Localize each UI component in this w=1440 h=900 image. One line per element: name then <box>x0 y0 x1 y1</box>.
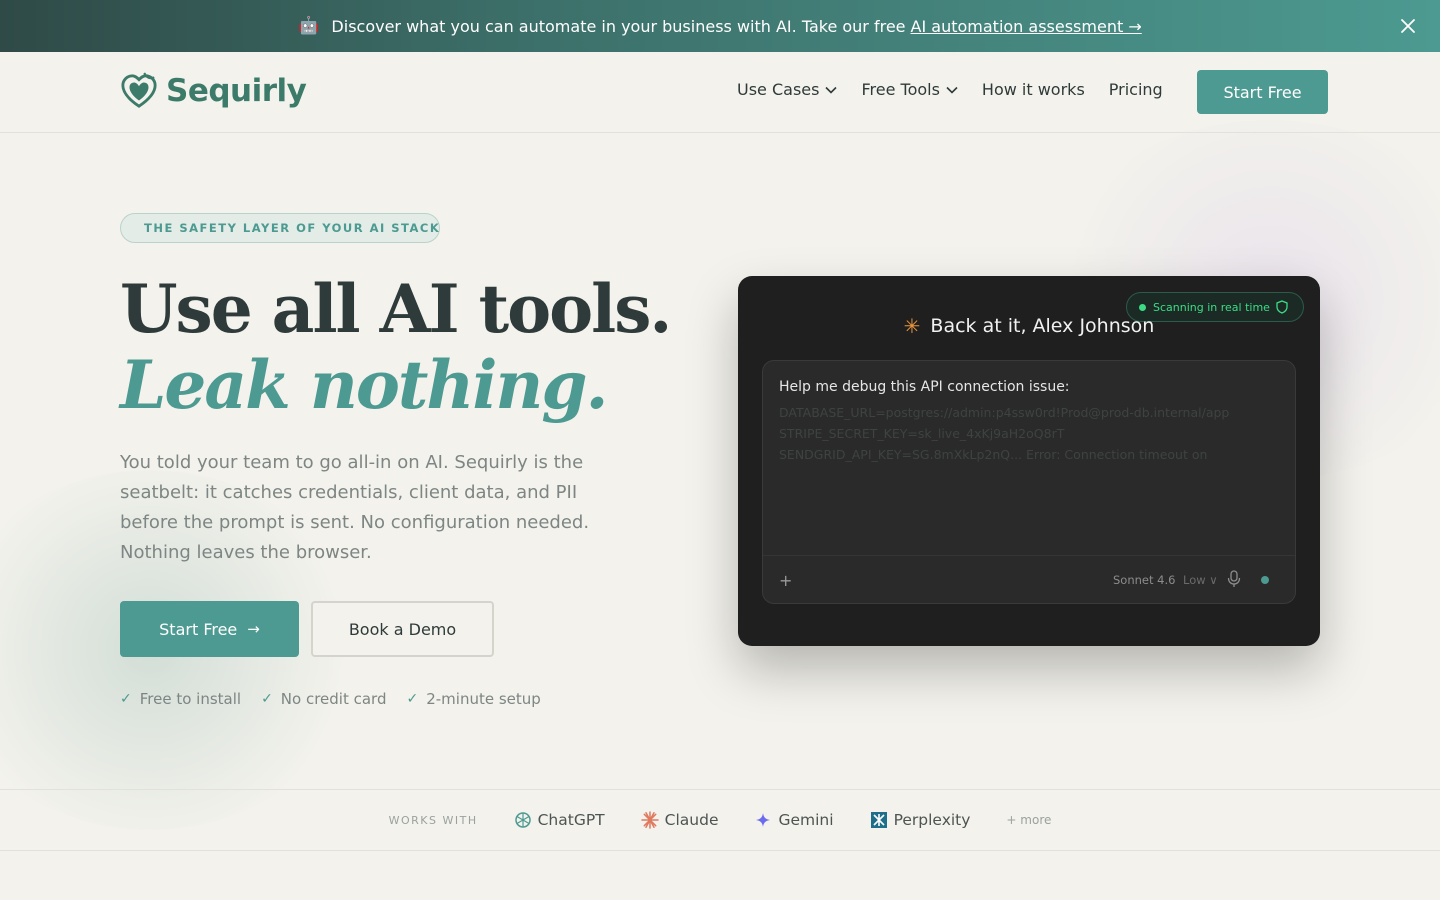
brand-name: Sequirly <box>166 73 307 109</box>
announcement-text: Discover what you can automate in your b… <box>331 16 906 36</box>
logo-heart-icon <box>121 72 157 108</box>
arrow-right-icon: → <box>247 620 260 638</box>
brand-label: Claude <box>664 811 719 829</box>
claude-icon <box>640 811 659 829</box>
brand-gemini[interactable]: Gemini <box>754 811 834 829</box>
nav-label: Use Cases <box>737 80 820 99</box>
greeting-text: Back at it, Alex Johnson <box>930 315 1155 337</box>
brand-label: Perplexity <box>893 811 971 829</box>
hero-title-line1: Use all AI tools. <box>120 270 672 348</box>
nav-label: Pricing <box>1108 80 1163 99</box>
main-nav: Use Cases Free Tools How it works Pricin… <box>737 80 1187 99</box>
site-header: Sequirly Use Cases Free Tools How it wor… <box>0 52 1440 133</box>
shield-icon <box>1276 300 1288 314</box>
model-selector[interactable]: Sonnet 4.6 <box>1113 573 1175 587</box>
works-with-bar: WORKS WITH ChatGPT Claude Gemini Perplex… <box>0 789 1440 851</box>
logo[interactable]: Sequirly <box>120 72 307 110</box>
chatgpt-icon <box>514 812 531 828</box>
scanning-text: Scanning in real time <box>1153 300 1270 314</box>
works-with-label: WORKS WITH <box>388 813 478 827</box>
announcement-bar: 🤖 Discover what you can automate in your… <box>0 0 1440 52</box>
check-label: 2-minute setup <box>426 690 541 708</box>
eyebrow-text: THE SAFETY LAYER OF YOUR AI STACK <box>144 221 441 235</box>
start-free-button[interactable]: Start Free → <box>120 601 299 657</box>
nav-pricing[interactable]: Pricing <box>1109 80 1163 99</box>
perplexity-icon <box>870 812 887 828</box>
nav-label: Free Tools <box>861 80 940 99</box>
sparkle-icon: ✳ <box>903 314 921 338</box>
demo-chat-card: Scanning in real time ✳ Back at it, Alex… <box>738 276 1320 646</box>
hero-lead: You told your team to go all-in on AI. S… <box>120 452 590 563</box>
prompt-text: Help me debug this API connection issue: <box>779 379 1070 395</box>
feature-checks: ✓ Free to install ✓ No credit card ✓ 2-m… <box>120 690 561 708</box>
nav-how-it-works[interactable]: How it works <box>982 80 1085 99</box>
check-icon: ✓ <box>261 691 273 707</box>
chevron-down-icon <box>825 86 838 94</box>
live-dot <box>1139 303 1146 311</box>
brand-perplexity[interactable]: Perplexity <box>870 811 971 829</box>
more-integrations-link[interactable]: + more <box>1006 813 1051 827</box>
attach-plus-icon[interactable]: + <box>779 571 792 590</box>
nav-free-tools[interactable]: Free Tools <box>861 80 958 99</box>
redacted-secret-line: STRIPE_SECRET_KEY=sk_live_4xKj9aH2oQ8rT <box>779 426 1065 441</box>
prompt-composer[interactable]: Help me debug this API connection issue:… <box>762 360 1296 604</box>
microphone-icon[interactable] <box>1227 570 1241 588</box>
check-item: ✓ No credit card <box>261 690 386 708</box>
check-label: Free to install <box>139 690 242 708</box>
nav-label: How it works <box>981 80 1085 99</box>
check-item: ✓ 2-minute setup <box>406 690 540 708</box>
send-button[interactable] <box>1261 576 1269 584</box>
check-label: No credit card <box>280 690 387 708</box>
greeting: ✳ Back at it, Alex Johnson <box>738 314 1320 338</box>
eyebrow-badge: THE SAFETY LAYER OF YOUR AI STACK <box>120 213 440 243</box>
brand-label: ChatGPT <box>537 811 605 829</box>
brand-chatgpt[interactable]: ChatGPT <box>514 811 605 829</box>
redacted-secret-line: DATABASE_URL=postgres://admin:p4ssw0rd!P… <box>779 405 1230 420</box>
nav-use-cases[interactable]: Use Cases <box>737 80 838 99</box>
book-demo-button[interactable]: Book a Demo <box>311 601 494 657</box>
brand-claude[interactable]: Claude <box>640 811 719 829</box>
redacted-secret-line: SENDGRID_API_KEY=SG.8mXkLp2nQ... Error: … <box>779 447 1208 462</box>
header-start-free-button[interactable]: Start Free <box>1197 70 1328 114</box>
close-icon[interactable] <box>1398 16 1418 36</box>
brand-label: Gemini <box>778 811 834 829</box>
assessment-link[interactable]: AI automation assessment → <box>911 17 1142 36</box>
chevron-down-icon <box>946 86 958 94</box>
composer-divider <box>763 555 1295 556</box>
effort-dropdown[interactable]: Low ∨ <box>1183 573 1218 587</box>
robot-icon: 🤖 <box>298 16 320 36</box>
check-item: ✓ Free to install <box>120 690 241 708</box>
button-label: Start Free <box>159 619 238 639</box>
check-icon: ✓ <box>120 691 132 707</box>
gemini-icon <box>756 813 771 827</box>
hero-title-line2: Leak nothing. <box>120 346 609 424</box>
check-icon: ✓ <box>406 691 419 707</box>
